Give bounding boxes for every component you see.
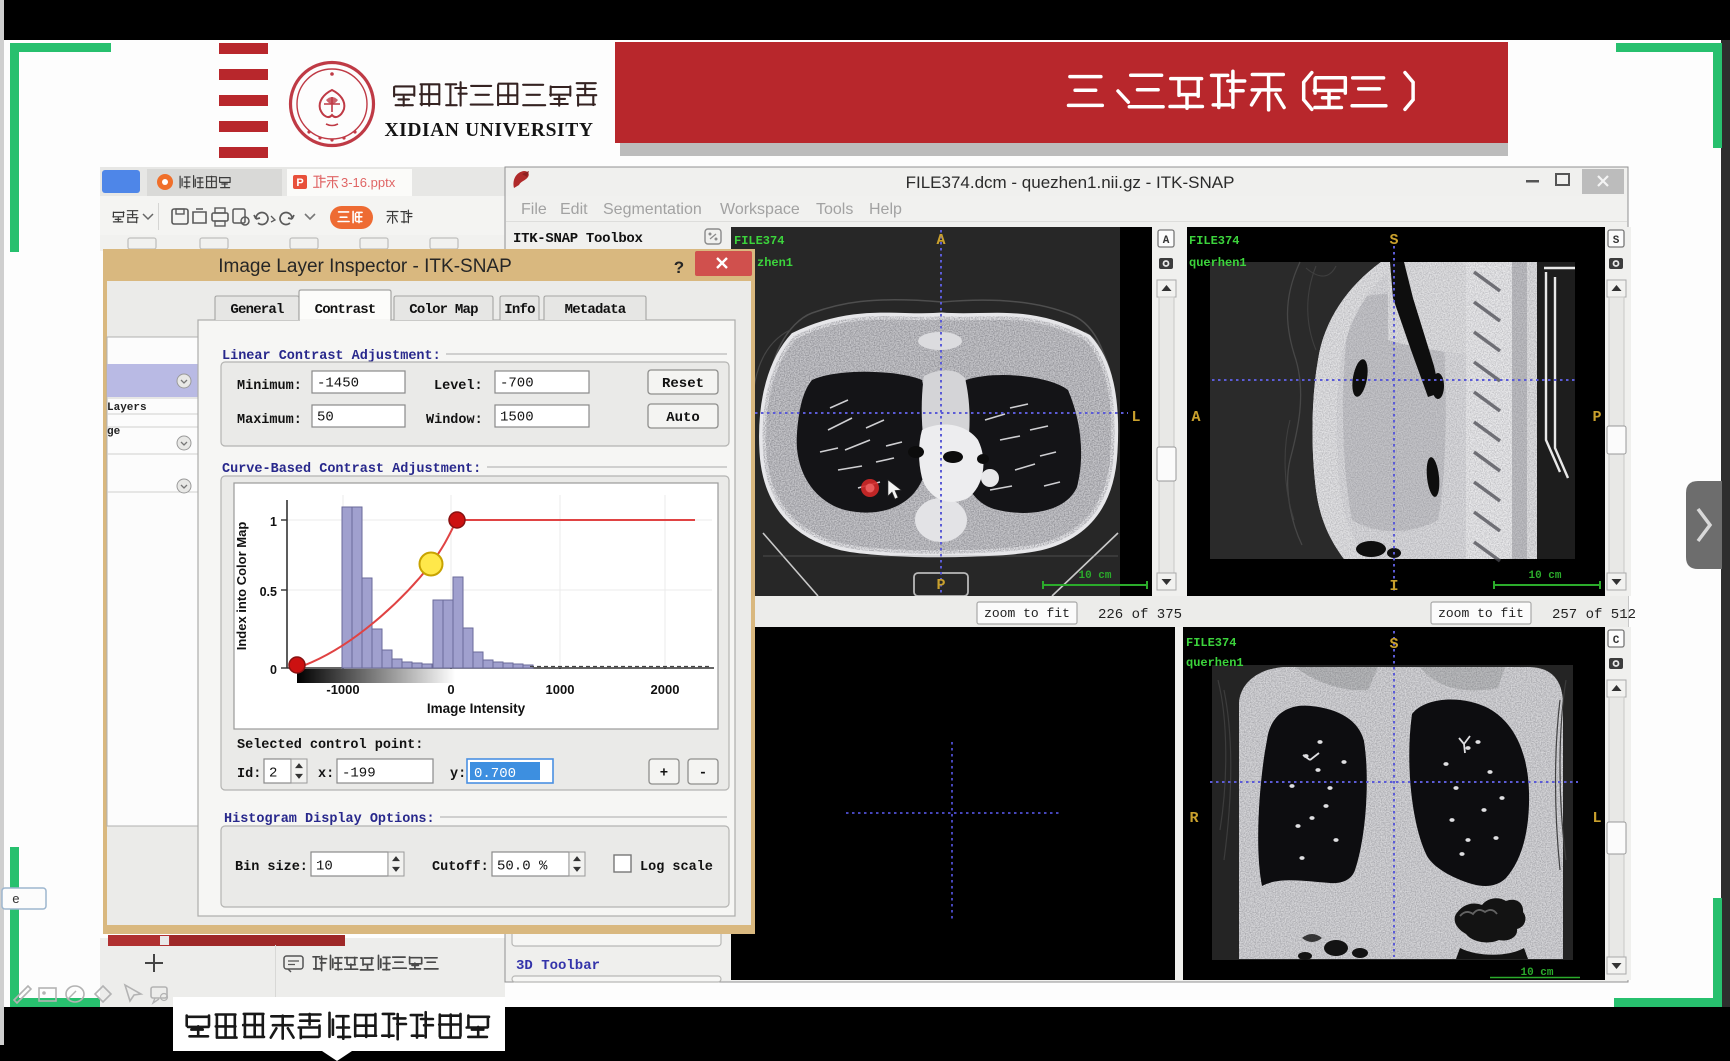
svg-text:-700: -700 [500,376,534,392]
svg-text:Layers: Layers [107,402,147,414]
svg-text:10 cm: 10 cm [1078,570,1111,582]
svg-text:x:: x: [318,767,334,782]
svg-text:1: 1 [270,515,277,529]
svg-text:Contrast: Contrast [315,302,376,318]
svg-text:P: P [936,577,945,594]
svg-text:0.5: 0.5 [260,585,277,599]
svg-text:-1450: -1450 [317,376,359,392]
svg-text:Edit: Edit [560,201,588,218]
svg-text:Selected control point:: Selected control point: [237,738,423,753]
svg-text:S: S [1389,232,1398,249]
svg-text:-: - [699,766,707,782]
svg-text:Auto: Auto [666,410,700,426]
svg-text:Minimum:: Minimum: [237,379,302,394]
svg-text:257 of 512: 257 of 512 [1552,607,1636,623]
svg-text:-199: -199 [342,766,376,782]
svg-text:FILE374.dcm - quezhen1.nii.gz: FILE374.dcm - quezhen1.nii.gz - ITK-SNAP [906,173,1235,192]
svg-text:zoom to fit: zoom to fit [984,606,1070,621]
svg-text:P: P [296,177,303,189]
svg-text:L: L [1592,810,1601,827]
svg-text:FILE374: FILE374 [734,234,784,248]
svg-text:+: + [660,766,668,782]
svg-text:Image Layer Inspector - ITK-SN: Image Layer Inspector - ITK-SNAP [218,256,512,277]
svg-text:0: 0 [447,682,454,697]
svg-text:Id:: Id: [237,767,261,782]
svg-text:Window:: Window: [426,413,483,428]
svg-text:zoom to fit: zoom to fit [1438,606,1524,621]
svg-text:Image Intensity: Image Intensity [427,701,526,716]
svg-text:1500: 1500 [500,410,534,426]
svg-text:?: ? [674,258,684,277]
svg-text:3-16.pptx: 3-16.pptx [341,175,396,190]
svg-text:XIDIAN UNIVERSITY: XIDIAN UNIVERSITY [384,120,593,141]
svg-text:Workspace: Workspace [720,201,800,218]
svg-text:Info: Info [504,302,535,318]
svg-text:Cutoff:: Cutoff: [432,860,489,875]
svg-text:Metadata: Metadata [565,302,627,318]
svg-text:A: A [936,232,945,249]
svg-text:FILE374: FILE374 [1189,234,1239,248]
svg-text:S: S [1389,636,1398,653]
svg-text:A: A [1163,235,1170,247]
svg-text:Segmentation: Segmentation [603,201,702,218]
svg-text:2: 2 [269,766,277,782]
svg-text:3D Toolbar: 3D Toolbar [516,958,600,974]
svg-text:P: P [1592,409,1601,426]
svg-text:2000: 2000 [651,682,680,697]
svg-text:querhen1: querhen1 [1186,656,1244,670]
svg-text:50: 50 [317,410,334,426]
svg-text:C: C [1613,635,1620,647]
svg-text:File: File [521,201,547,218]
svg-text:Index into Color Map: Index into Color Map [234,522,249,651]
svg-text:-1000: -1000 [326,682,359,697]
svg-text:FILE374: FILE374 [1186,636,1236,650]
svg-text:e: e [12,892,20,907]
svg-text:1000: 1000 [546,682,575,697]
svg-text:10: 10 [316,859,333,875]
svg-text:Color Map: Color Map [409,302,478,318]
svg-text:Level:: Level: [434,379,483,394]
svg-text:50.0 %: 50.0 % [497,859,548,875]
svg-text:R: R [1189,810,1198,827]
svg-text:Histogram Display Options:: Histogram Display Options: [224,812,435,827]
svg-text:zhen1: zhen1 [757,256,793,270]
svg-text:ge: ge [107,426,121,438]
svg-text:226 of 375: 226 of 375 [1098,607,1182,623]
svg-text:Curve-Based Contrast Adjustmen: Curve-Based Contrast Adjustment: [222,462,481,477]
svg-text:Reset: Reset [662,376,704,392]
svg-text:10 cm: 10 cm [1528,570,1561,582]
svg-text:ITK-SNAP Toolbox: ITK-SNAP Toolbox [513,231,644,247]
svg-text:0.700: 0.700 [474,766,516,782]
svg-text:Tools: Tools [816,201,853,218]
svg-text:Maximum:: Maximum: [237,413,302,428]
svg-text:Help: Help [869,201,902,218]
svg-text:y:: y: [450,767,466,782]
svg-text:A: A [1191,409,1200,426]
svg-text:querhen1: querhen1 [1189,256,1247,270]
svg-text:L: L [1131,409,1140,426]
svg-text:Log scale: Log scale [640,860,713,875]
svg-text:Bin size:: Bin size: [235,860,308,875]
svg-text:General: General [230,302,284,318]
svg-text:S: S [1613,235,1620,247]
svg-text:0: 0 [270,663,277,677]
svg-text:I: I [1389,578,1398,595]
